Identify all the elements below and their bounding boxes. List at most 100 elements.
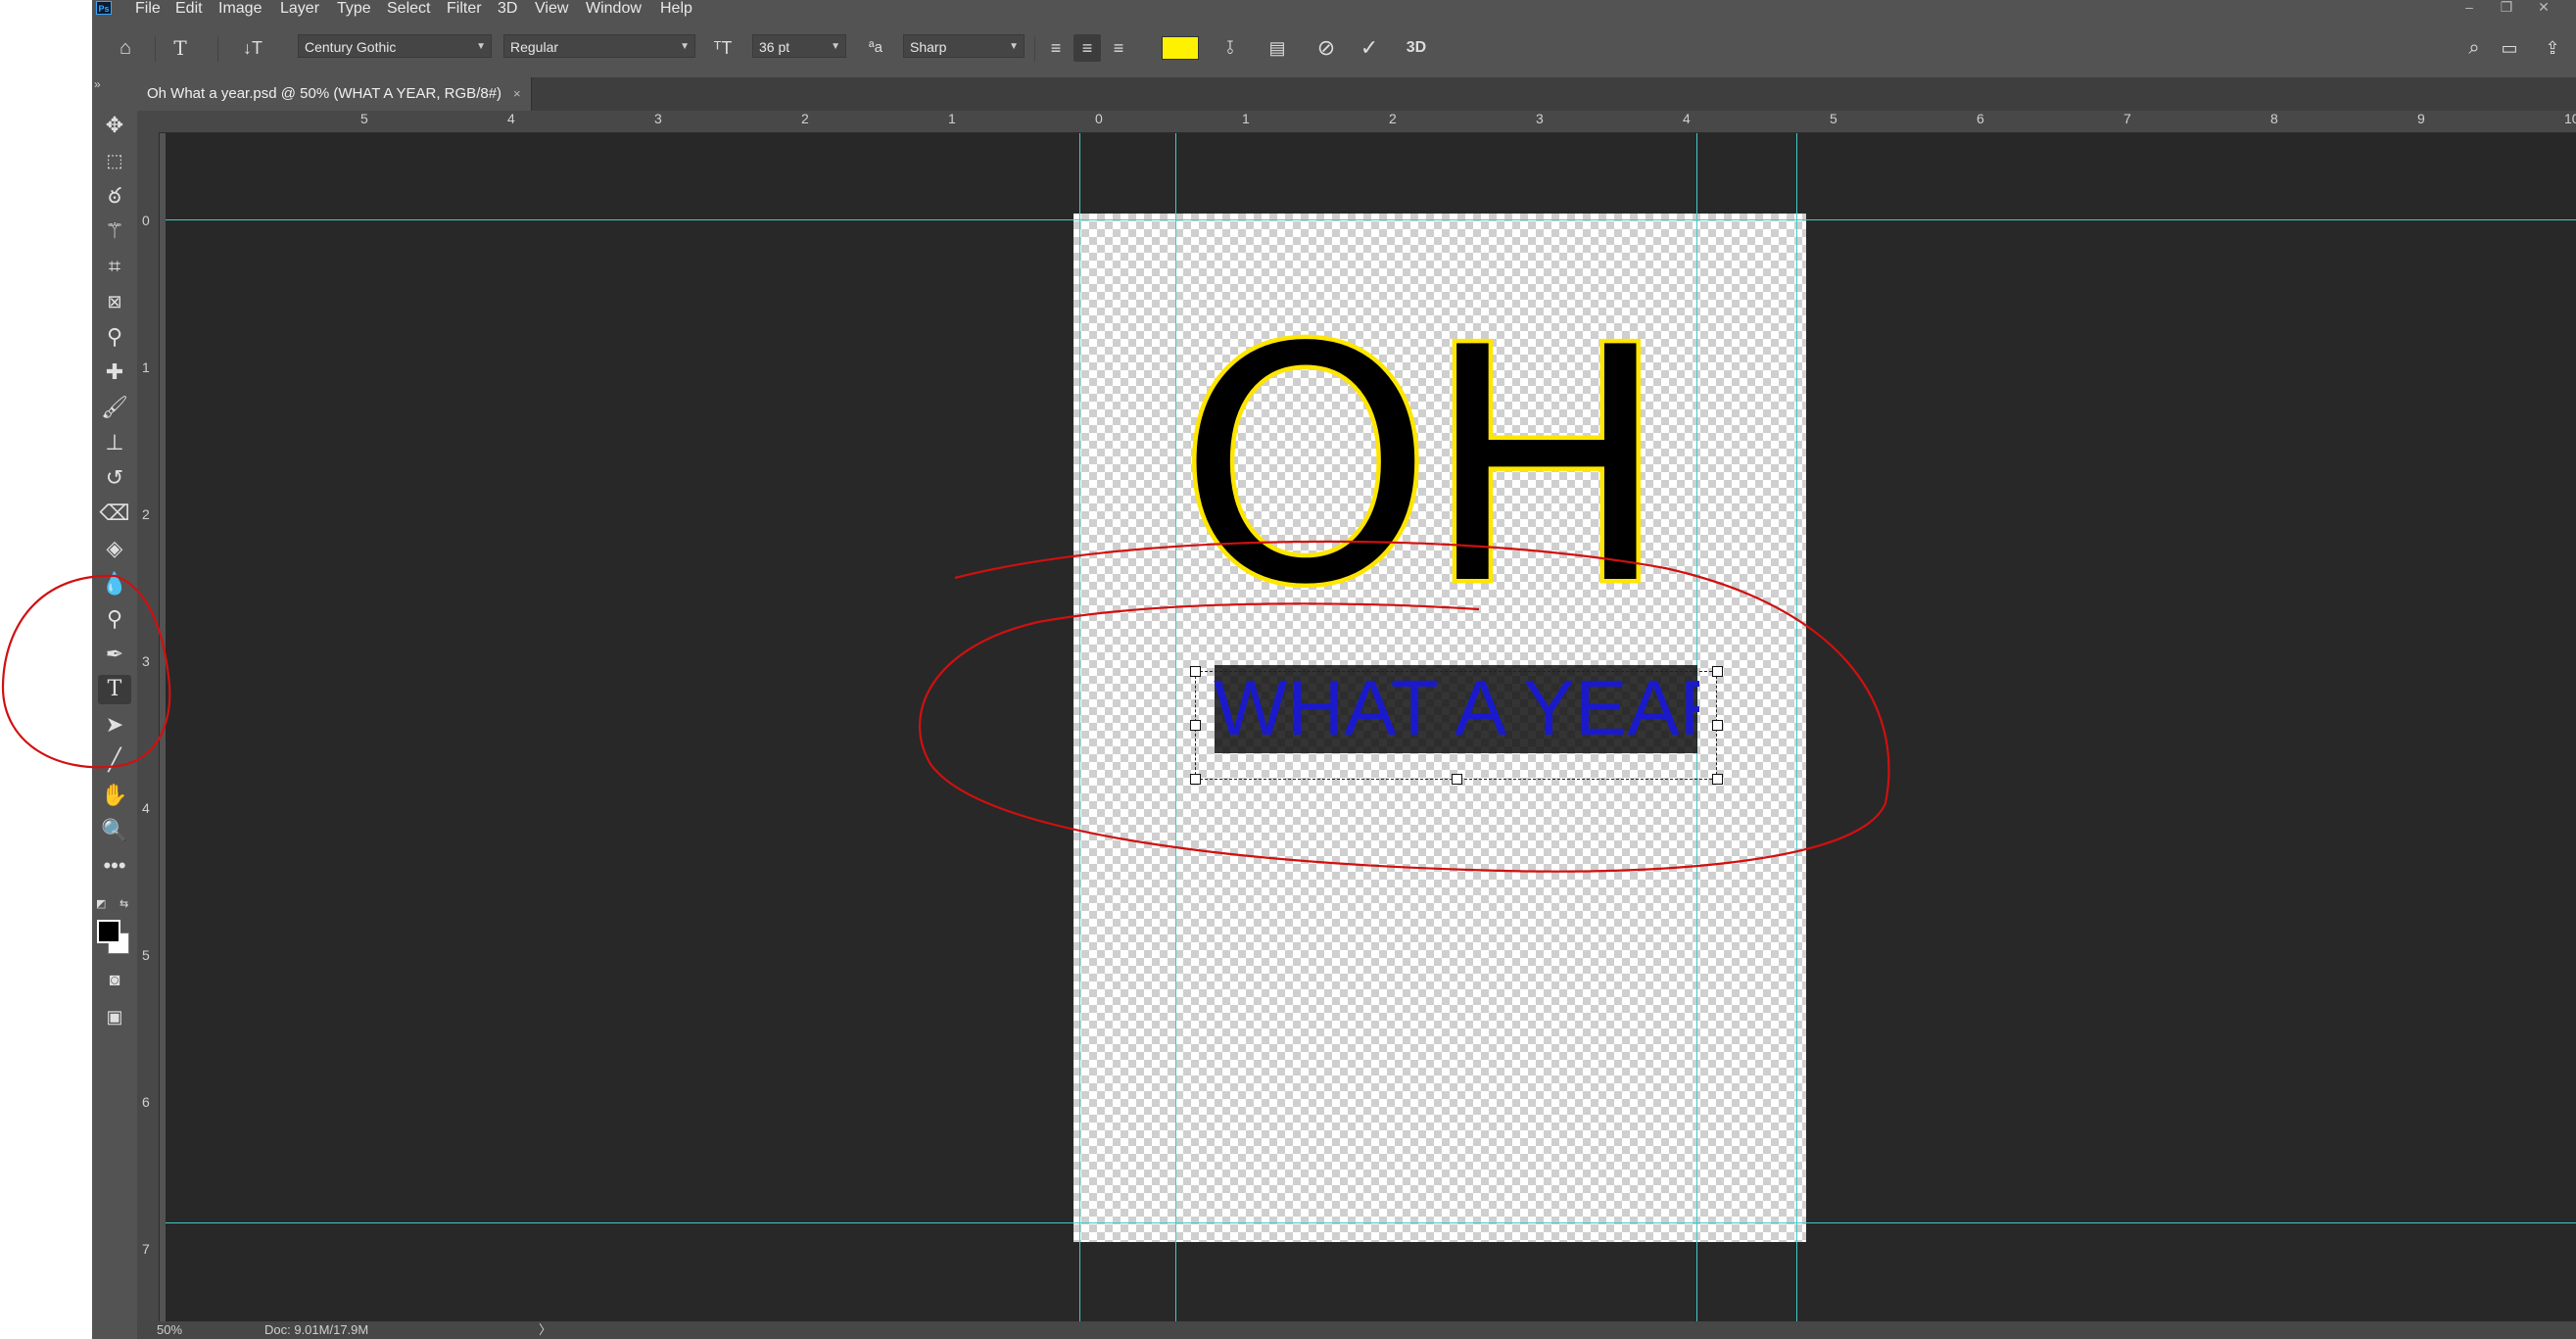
line-tool-icon[interactable]: ╱ bbox=[98, 745, 131, 775]
oh-text-layer[interactable]: OH bbox=[1174, 302, 1673, 634]
type-tool-icon[interactable]: T bbox=[98, 675, 131, 704]
status-bar: 50% Doc: 9.01M/17.9M 〉 bbox=[137, 1321, 2576, 1339]
ruler-label: 5 bbox=[1830, 111, 1837, 126]
home-icon[interactable]: ⌂ bbox=[112, 34, 139, 62]
share-icon[interactable]: ⇪ bbox=[2539, 34, 2566, 62]
separator bbox=[155, 36, 156, 62]
restore-icon[interactable]: ❐ bbox=[2492, 0, 2521, 17]
pen-tool-icon[interactable]: ✒ bbox=[98, 640, 131, 669]
minimize-icon[interactable]: – bbox=[2455, 0, 2484, 17]
ruler-label: 5 bbox=[142, 947, 150, 963]
character-panel-icon[interactable]: ▤ bbox=[1264, 34, 1291, 62]
menu-select[interactable]: Select bbox=[387, 0, 430, 17]
transform-handle[interactable] bbox=[1712, 774, 1723, 785]
guide-vertical[interactable] bbox=[1079, 133, 1080, 1321]
more-tools-icon[interactable]: ••• bbox=[98, 851, 131, 881]
chevron-down-icon: ▼ bbox=[831, 41, 840, 52]
history-brush-icon[interactable]: ↺ bbox=[98, 463, 131, 493]
default-colors-icon[interactable]: ◩ bbox=[96, 897, 106, 910]
commit-edits-icon[interactable]: ✓ bbox=[1356, 34, 1383, 62]
screen-mode-icon[interactable]: ▣ bbox=[98, 1002, 131, 1031]
transform-handle[interactable] bbox=[1190, 666, 1201, 677]
ruler-label: 1 bbox=[1242, 111, 1250, 126]
vertical-ruler: 0 1 2 3 4 5 6 7 bbox=[137, 132, 160, 1321]
toggle-text-orientation-icon[interactable]: ↓T bbox=[239, 34, 266, 62]
brush-tool-icon[interactable]: 🖌 bbox=[98, 393, 131, 422]
align-right-icon[interactable]: ≡ bbox=[1105, 34, 1132, 62]
guide-vertical[interactable] bbox=[1175, 133, 1176, 1321]
document-tab-bar: Oh What a year.psd @ 50% (WHAT A YEAR, R… bbox=[137, 77, 2576, 111]
ruler-label: 1 bbox=[948, 111, 956, 126]
photoshop-window: Ps File Edit Image Layer Type Select Fil… bbox=[92, 0, 2576, 1339]
menu-file[interactable]: File bbox=[135, 0, 161, 17]
text-color-swatch[interactable] bbox=[1162, 36, 1199, 60]
ruler-label: 8 bbox=[2270, 111, 2278, 126]
status-menu-arrow[interactable]: 〉 bbox=[539, 1321, 551, 1339]
workspace-icon[interactable]: ▭ bbox=[2496, 34, 2523, 62]
align-center-icon[interactable]: ≡ bbox=[1073, 34, 1101, 62]
magic-wand-icon[interactable]: ⚚ bbox=[98, 216, 131, 246]
ruler-label: 7 bbox=[2123, 111, 2131, 126]
search-icon[interactable]: ⌕ bbox=[2460, 34, 2488, 62]
swap-colors-icon[interactable]: ⇆ bbox=[119, 897, 128, 910]
crop-tool-icon[interactable]: ⌗ bbox=[98, 252, 131, 281]
menu-filter[interactable]: Filter bbox=[447, 0, 482, 17]
canvas-area[interactable]: OH WHAT A YEAR bbox=[166, 133, 2576, 1321]
menu-view[interactable]: View bbox=[535, 0, 568, 17]
zoom-level[interactable]: 50% bbox=[157, 1321, 182, 1339]
guide-horizontal[interactable] bbox=[166, 1222, 2576, 1223]
ruler-label: 4 bbox=[507, 111, 515, 126]
eyedropper-icon[interactable]: ⚲ bbox=[98, 322, 131, 352]
marquee-tool-icon[interactable]: ⬚ bbox=[98, 146, 131, 175]
ruler-label: 10 bbox=[2564, 111, 2576, 126]
guide-vertical[interactable] bbox=[1796, 133, 1797, 1321]
foreground-color-swatch[interactable] bbox=[97, 920, 120, 943]
document-size: Doc: 9.01M/17.9M bbox=[264, 1322, 369, 1337]
dodge-tool-icon[interactable]: ⚲ bbox=[98, 604, 131, 634]
quick-mask-icon[interactable]: ◙ bbox=[98, 965, 131, 994]
zoom-tool-icon[interactable]: 🔍 bbox=[98, 816, 131, 845]
move-tool-icon[interactable]: ✥ bbox=[98, 111, 131, 140]
frame-tool-icon[interactable]: ⊠ bbox=[98, 287, 131, 316]
font-style-dropdown[interactable]: Regular ▼ bbox=[503, 34, 695, 58]
path-selection-icon[interactable]: ➤ bbox=[98, 710, 131, 740]
transform-handle[interactable] bbox=[1190, 720, 1201, 731]
cancel-edits-icon[interactable]: ⊘ bbox=[1312, 34, 1340, 62]
align-left-icon[interactable]: ≡ bbox=[1042, 34, 1070, 62]
collapse-panel-icon[interactable]: » bbox=[94, 77, 101, 91]
menu-type[interactable]: Type bbox=[337, 0, 371, 17]
paint-bucket-icon[interactable]: ◈ bbox=[98, 534, 131, 563]
ruler-label: 3 bbox=[654, 111, 662, 126]
font-family-dropdown[interactable]: Century Gothic ▼ bbox=[298, 34, 492, 58]
font-size-dropdown[interactable]: 36 pt ▼ bbox=[752, 34, 846, 58]
menu-window[interactable]: Window bbox=[586, 0, 642, 17]
transform-handle[interactable] bbox=[1712, 720, 1723, 731]
clone-stamp-icon[interactable]: ⊥ bbox=[98, 428, 131, 457]
ruler-label: 2 bbox=[1389, 111, 1397, 126]
menu-edit[interactable]: Edit bbox=[175, 0, 203, 17]
healing-brush-icon[interactable]: ✚ bbox=[98, 358, 131, 387]
warp-text-icon[interactable]: ⫱ bbox=[1216, 34, 1244, 62]
lasso-tool-icon[interactable]: ఠ bbox=[98, 181, 131, 211]
menu-layer[interactable]: Layer bbox=[280, 0, 319, 17]
options-bar: ⌂ T ↓T Century Gothic ▼ Regular ▼ ᵀT 36 … bbox=[92, 17, 2576, 78]
transform-handle[interactable] bbox=[1712, 666, 1723, 677]
document-tab[interactable]: Oh What a year.psd @ 50% (WHAT A YEAR, R… bbox=[137, 77, 532, 111]
separator bbox=[1034, 36, 1035, 62]
eraser-icon[interactable]: ⌫ bbox=[98, 499, 131, 528]
type-tool-preset-icon[interactable]: T bbox=[167, 34, 194, 62]
guide-horizontal[interactable] bbox=[166, 219, 2576, 220]
close-tab-icon[interactable]: × bbox=[513, 86, 521, 101]
menu-image[interactable]: Image bbox=[218, 0, 262, 17]
menu-3d[interactable]: 3D bbox=[498, 0, 517, 17]
menu-help[interactable]: Help bbox=[660, 0, 692, 17]
ruler-label: 1 bbox=[142, 359, 150, 375]
transform-handle[interactable] bbox=[1452, 774, 1462, 785]
blur-tool-icon[interactable]: 💧 bbox=[98, 569, 131, 598]
create-3d-button[interactable]: 3D bbox=[1403, 34, 1430, 62]
antialias-dropdown[interactable]: Sharp ▼ bbox=[903, 34, 1025, 58]
close-window-icon[interactable]: ✕ bbox=[2529, 0, 2558, 17]
hand-tool-icon[interactable]: ✋ bbox=[98, 781, 131, 810]
transform-handle[interactable] bbox=[1190, 774, 1201, 785]
text-bounding-box[interactable] bbox=[1195, 671, 1717, 780]
